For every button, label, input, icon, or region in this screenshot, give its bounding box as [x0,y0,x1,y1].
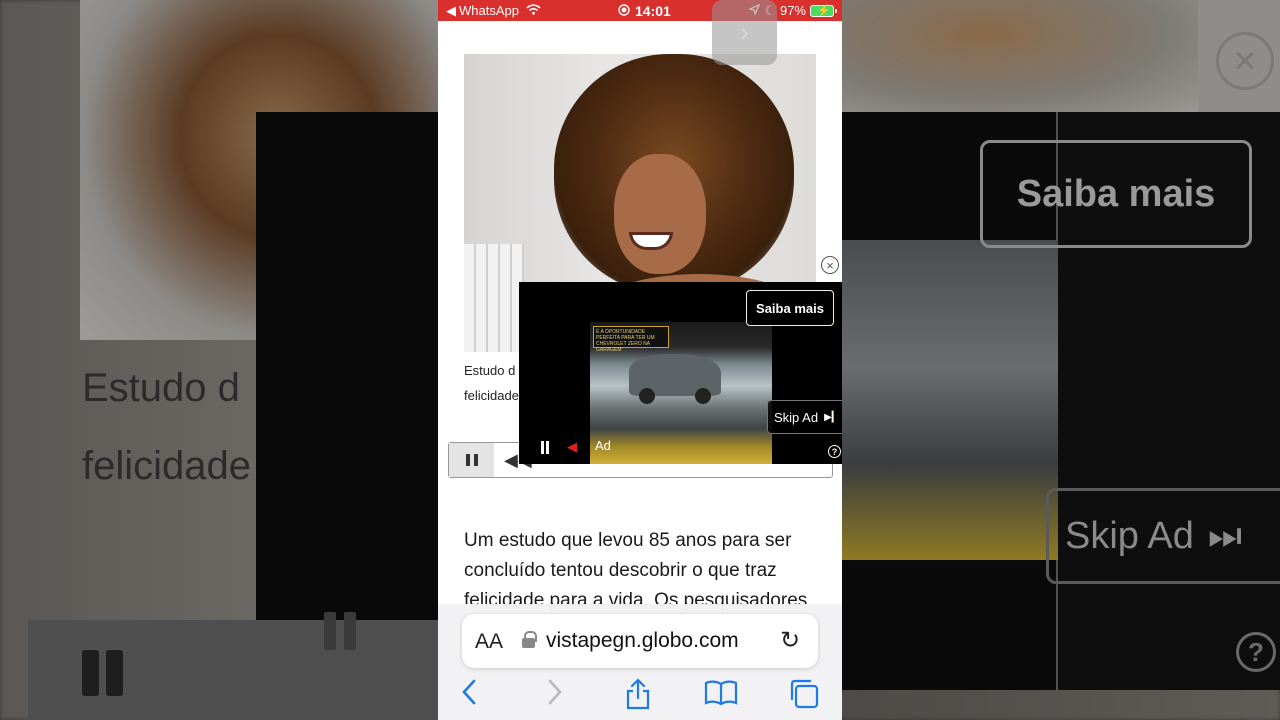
skip-next-icon: ▶▎ [824,411,840,423]
ad-label: Ad [595,438,611,453]
photo-radiator [464,244,524,352]
browser-toolbar [438,678,842,718]
background-skip-icon: ⏭ [1207,514,1243,557]
wifi-icon [526,3,541,18]
phone-screen: ◀ WhatsApp 14:01 ☾ 97% ⚡ [438,0,842,720]
audio-pause-button[interactable] [449,443,494,477]
caption-line1: Estudo d [464,363,516,378]
photo-caption: Estudo d felicidade [464,358,519,408]
background-text-line2: felicidade [82,444,252,488]
share-icon[interactable] [624,678,652,717]
photo-face [614,154,706,274]
ad-help-icon[interactable]: ? [828,445,841,458]
background-ad-pause-icon [322,612,362,652]
body-line2: concluído tentou descobrir o que traz [464,560,777,581]
text-size-button[interactable]: AA [475,630,503,654]
skip-ad-label: Skip Ad [774,409,819,425]
background-skip-ad-label: Skip Ad [1065,514,1194,557]
url-text[interactable]: vistapegn.globo.com [546,629,739,653]
screen-record-icon [618,3,630,19]
ad-mute-icon[interactable]: ◀ [567,439,577,455]
ad-headline: É A OPORTUNIDADE PERFEITA PARA TER UM CH… [593,326,669,353]
background-car-image [842,240,1058,560]
saiba-mais-button[interactable]: Saiba mais [746,290,834,326]
text-size-label: AA [475,630,504,653]
status-time-group: 14:01 [618,3,671,19]
tabs-icon[interactable] [788,678,820,717]
ad-pause-icon[interactable] [539,441,551,454]
status-time: 14:01 [635,2,671,19]
body-line1: Um estudo que levou 85 anos para ser [464,530,792,551]
safari-bottom-bar: AA vistapegn.globo.com ↻ [438,604,842,720]
background-close-icon: × [1216,32,1274,90]
background-help-icon: ? [1236,632,1276,672]
forward-chevron-icon[interactable] [546,678,564,713]
status-bar: ◀ WhatsApp 14:01 ☾ 97% ⚡ [438,0,842,21]
address-bar[interactable]: AA vistapegn.globo.com ↻ [462,614,818,668]
background-saiba-mais: Saiba mais [980,140,1252,248]
back-to-app[interactable]: ◀ WhatsApp [446,3,541,19]
ad-car-image [629,354,721,404]
ad-close-icon[interactable]: × [821,256,839,274]
background-skip-ad: Skip Ad ⏭ [1046,488,1280,584]
background-photo-right [842,0,1198,112]
background-text-line1: Estudo d [82,366,240,410]
back-triangle-icon: ◀ [446,2,456,18]
video-ad[interactable]: É A OPORTUNIDADE PERFEITA PARA TER UM CH… [519,282,842,464]
back-chevron-icon[interactable] [460,678,478,713]
lock-icon [522,631,537,649]
bookmarks-icon[interactable] [704,678,738,713]
background-pause-icon [80,650,130,700]
video-frame: Estudo d felicidade Saiba mais Skip Ad ⏭… [0,0,1280,720]
caption-line2: felicidade [464,388,519,403]
reload-icon[interactable]: ↻ [780,626,800,655]
forward-overlay-button[interactable]: › [712,0,777,65]
article-body: Um estudo que levou 85 anos para ser con… [464,526,824,616]
battery-percent: 97% [779,3,806,18]
skip-ad-button[interactable]: Skip Ad ▶▎ [767,400,842,434]
back-app-label: WhatsApp [459,3,519,18]
ad-controls: ◀ Ad ? [519,432,842,464]
battery-icon: ⚡ [810,4,837,17]
